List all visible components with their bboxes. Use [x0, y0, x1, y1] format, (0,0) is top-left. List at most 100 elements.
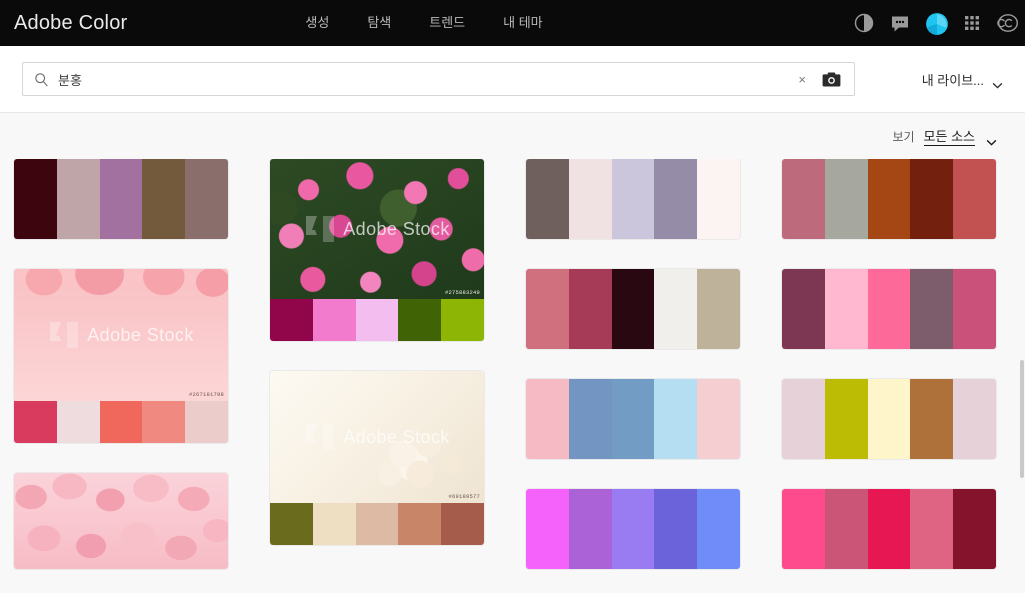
clear-search-button[interactable]: ×: [798, 73, 806, 86]
color-swatch[interactable]: [611, 379, 655, 459]
color-swatch[interactable]: [185, 401, 228, 443]
color-swatch-row: [526, 159, 740, 239]
color-swatch[interactable]: [526, 379, 569, 459]
color-swatch[interactable]: [867, 489, 911, 569]
color-swatch[interactable]: [142, 401, 186, 443]
chat-bubble-icon[interactable]: [889, 12, 911, 34]
palette-card[interactable]: [14, 159, 228, 239]
color-swatch[interactable]: [99, 401, 143, 443]
color-swatch[interactable]: [611, 269, 655, 349]
stock-photo-card[interactable]: Adobe Stock #69189577: [270, 371, 484, 545]
creative-cloud-icon[interactable]: [997, 12, 1019, 34]
color-swatch[interactable]: [824, 489, 868, 569]
contrast-icon[interactable]: [853, 12, 875, 34]
color-swatch[interactable]: [568, 379, 612, 459]
color-swatch[interactable]: [526, 489, 569, 569]
color-swatch[interactable]: [568, 489, 612, 569]
color-swatch[interactable]: [697, 159, 740, 239]
color-swatch[interactable]: [654, 379, 698, 459]
color-swatch[interactable]: [953, 379, 996, 459]
results-grid: Adobe Stock #267181798 Adobe Stock #2758832…: [0, 159, 1025, 593]
nav-item-explore[interactable]: 탐색: [367, 0, 391, 46]
adobe-stock-watermark: Adobe Stock: [14, 269, 228, 401]
palette-card[interactable]: [782, 379, 996, 459]
color-swatch[interactable]: [56, 159, 100, 239]
color-swatch[interactable]: [867, 159, 911, 239]
color-swatch[interactable]: [312, 299, 356, 341]
color-swatch[interactable]: [782, 159, 825, 239]
nav-item-my-themes[interactable]: 내 테마: [503, 0, 543, 46]
search-input[interactable]: 분홍: [58, 70, 798, 89]
search-input-wrapper[interactable]: 분홍 ×: [22, 62, 855, 96]
color-swatch[interactable]: [270, 503, 313, 545]
stock-photo-card[interactable]: Adobe Stock #275883249: [270, 159, 484, 341]
color-swatch[interactable]: [910, 159, 954, 239]
color-swatch[interactable]: [355, 503, 399, 545]
source-filter-dropdown[interactable]: 모든 소스: [923, 126, 975, 146]
adobe-logo-icon: [304, 214, 336, 244]
color-swatch[interactable]: [824, 269, 868, 349]
color-swatch[interactable]: [910, 489, 954, 569]
color-swatch[interactable]: [99, 159, 143, 239]
palette-card[interactable]: [526, 269, 740, 349]
color-swatch[interactable]: [441, 299, 484, 341]
chevron-down-icon[interactable]: [986, 133, 997, 146]
nav-item-trends[interactable]: 트렌드: [429, 0, 465, 46]
color-swatch[interactable]: [953, 159, 996, 239]
profile-avatar-icon[interactable]: [925, 12, 948, 35]
color-swatch[interactable]: [14, 401, 57, 443]
color-swatch[interactable]: [611, 159, 655, 239]
color-swatch[interactable]: [824, 379, 868, 459]
palette-card[interactable]: [782, 269, 996, 349]
color-swatch[interactable]: [782, 379, 825, 459]
color-swatch[interactable]: [312, 503, 356, 545]
stock-photo-card[interactable]: Adobe Stock #267181798: [14, 269, 228, 443]
color-swatch[interactable]: [910, 379, 954, 459]
color-swatch[interactable]: [697, 489, 740, 569]
color-swatch[interactable]: [526, 269, 569, 349]
scrollbar-track[interactable]: [1019, 272, 1025, 593]
palette-card[interactable]: [526, 489, 740, 569]
color-swatch[interactable]: [568, 159, 612, 239]
color-swatch[interactable]: [398, 503, 442, 545]
color-swatch[interactable]: [953, 269, 996, 349]
nav-item-create[interactable]: 생성: [305, 0, 329, 46]
color-swatch[interactable]: [441, 503, 484, 545]
grid-column-4: [782, 159, 996, 593]
color-swatch[interactable]: [867, 269, 911, 349]
color-swatch[interactable]: [568, 269, 612, 349]
color-swatch[interactable]: [654, 269, 698, 349]
adobe-logo-icon: [304, 422, 336, 452]
palette-card[interactable]: [782, 159, 996, 239]
color-swatch[interactable]: [526, 159, 569, 239]
stock-photo-card[interactable]: [14, 473, 228, 569]
color-swatch[interactable]: [867, 379, 911, 459]
color-swatch[interactable]: [824, 159, 868, 239]
palette-card[interactable]: [526, 379, 740, 459]
color-swatch[interactable]: [142, 159, 186, 239]
color-swatch[interactable]: [611, 489, 655, 569]
palette-card[interactable]: [782, 489, 996, 569]
scrollbar-thumb[interactable]: [1020, 360, 1024, 478]
color-swatch[interactable]: [953, 489, 996, 569]
color-swatch[interactable]: [355, 299, 399, 341]
color-swatch[interactable]: [697, 269, 740, 349]
app-grid-icon[interactable]: [961, 12, 983, 34]
library-selector[interactable]: 내 라이브...: [922, 70, 1003, 89]
color-swatch[interactable]: [14, 159, 57, 239]
color-swatch[interactable]: [654, 489, 698, 569]
color-swatch[interactable]: [270, 299, 313, 341]
color-swatch[interactable]: [782, 269, 825, 349]
color-swatch[interactable]: [910, 269, 954, 349]
color-swatch-row: [782, 489, 996, 569]
color-swatch[interactable]: [697, 379, 740, 459]
filter-row: 보기 모든 소스: [0, 113, 1025, 159]
color-swatch[interactable]: [56, 401, 100, 443]
palette-card[interactable]: [526, 159, 740, 239]
grid-column-2: Adobe Stock #275883249 Adobe Stock #6918957…: [270, 159, 484, 593]
color-swatch[interactable]: [654, 159, 698, 239]
color-swatch[interactable]: [398, 299, 442, 341]
color-swatch[interactable]: [185, 159, 228, 239]
color-swatch[interactable]: [782, 489, 825, 569]
camera-icon[interactable]: [822, 71, 841, 87]
